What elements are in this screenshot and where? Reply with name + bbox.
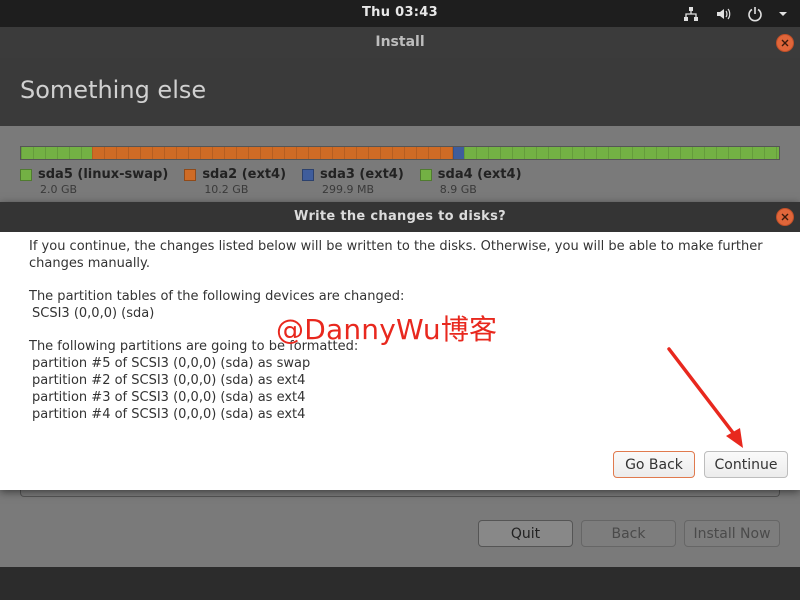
formatted-partition-item: partition #3 of SCSI3 (0,0,0) (sda) as e… bbox=[32, 390, 306, 405]
partition-name: sda3 (ext4) bbox=[320, 167, 404, 182]
partition-segment bbox=[21, 147, 92, 159]
partition-name: sda2 (ext4) bbox=[202, 167, 287, 182]
window-close-button[interactable] bbox=[776, 34, 794, 52]
partition-size: 2.0 GB bbox=[40, 183, 78, 196]
partition-bar bbox=[20, 146, 780, 160]
legend-swatch bbox=[302, 169, 315, 181]
window-title: Install bbox=[375, 34, 425, 50]
legend-item: sda2 (ext4) 10.2 GB bbox=[184, 167, 286, 197]
watermark: @DannyWu博客 bbox=[276, 313, 498, 346]
install-now-button[interactable]: Install Now bbox=[684, 520, 780, 547]
legend-swatch bbox=[184, 169, 197, 181]
go-back-button[interactable]: Go Back bbox=[613, 451, 695, 478]
legend-text: sda2 (ext4) 10.2 GB bbox=[202, 167, 286, 197]
partition-size: 299.9 MB bbox=[322, 183, 375, 196]
close-icon bbox=[781, 39, 789, 47]
dialog-close-button[interactable] bbox=[776, 208, 794, 226]
bottom-strip bbox=[0, 567, 800, 600]
partition-name: sda4 (ext4) bbox=[437, 167, 522, 182]
partition-size: 10.2 GB bbox=[204, 183, 249, 196]
continue-button[interactable]: Continue bbox=[704, 451, 788, 478]
back-button[interactable]: Back bbox=[581, 520, 676, 547]
legend-item: sda4 (ext4) 8.9 GB bbox=[419, 167, 522, 197]
formatted-partition-item: partition #4 of SCSI3 (0,0,0) (sda) as e… bbox=[32, 407, 306, 422]
formatted-partition-item: partition #2 of SCSI3 (0,0,0) (sda) as e… bbox=[32, 373, 306, 388]
partition-segment bbox=[91, 147, 454, 159]
partition-segment bbox=[463, 147, 779, 159]
dialog-intro-text: If you continue, the changes listed belo… bbox=[29, 239, 763, 271]
volume-icon[interactable] bbox=[714, 5, 732, 23]
dialog-titlebar: Write the changes to disks? bbox=[0, 202, 800, 232]
legend-text: sda3 (ext4) 299.9 MB bbox=[320, 167, 404, 197]
window-titlebar: Install bbox=[0, 27, 800, 58]
page-header: Something else bbox=[0, 58, 800, 126]
legend-item: sda3 (ext4) 299.9 MB bbox=[302, 167, 404, 197]
legend-swatch bbox=[20, 169, 32, 181]
dialog-title: Write the changes to disks? bbox=[294, 209, 506, 224]
system-tray[interactable] bbox=[682, 4, 788, 24]
formatted-partitions-section: The following partitions are going to be… bbox=[29, 338, 789, 423]
page-title: Something else bbox=[20, 76, 207, 104]
close-icon bbox=[781, 213, 789, 221]
partition-legend: sda5 (linux-swap) 2.0 GB sda2 (ext4) 10.2 G… bbox=[20, 167, 538, 197]
network-icon[interactable] bbox=[682, 5, 700, 23]
partition-name: sda5 (linux-swap) bbox=[38, 167, 169, 182]
chevron-down-icon[interactable] bbox=[778, 5, 788, 23]
power-icon[interactable] bbox=[746, 5, 764, 23]
write-changes-dialog: Write the changes to disks? If you conti… bbox=[0, 202, 800, 490]
partition-segment bbox=[453, 147, 464, 159]
quit-button[interactable]: Quit bbox=[478, 520, 573, 547]
top-bar: Thu 03:43 bbox=[0, 0, 800, 27]
legend-item: sda5 (linux-swap) 2.0 GB bbox=[20, 167, 168, 197]
legend-text: sda5 (linux-swap) 2.0 GB bbox=[38, 167, 168, 197]
legend-swatch bbox=[419, 169, 432, 181]
legend-text: sda4 (ext4) 8.9 GB bbox=[438, 167, 522, 197]
partition-tables-heading: The partition tables of the following de… bbox=[29, 289, 405, 304]
formatted-partition-item: partition #5 of SCSI3 (0,0,0) (sda) as s… bbox=[32, 356, 311, 371]
clock[interactable]: Thu 03:43 bbox=[0, 5, 800, 20]
partition-size: 8.9 GB bbox=[439, 183, 477, 196]
